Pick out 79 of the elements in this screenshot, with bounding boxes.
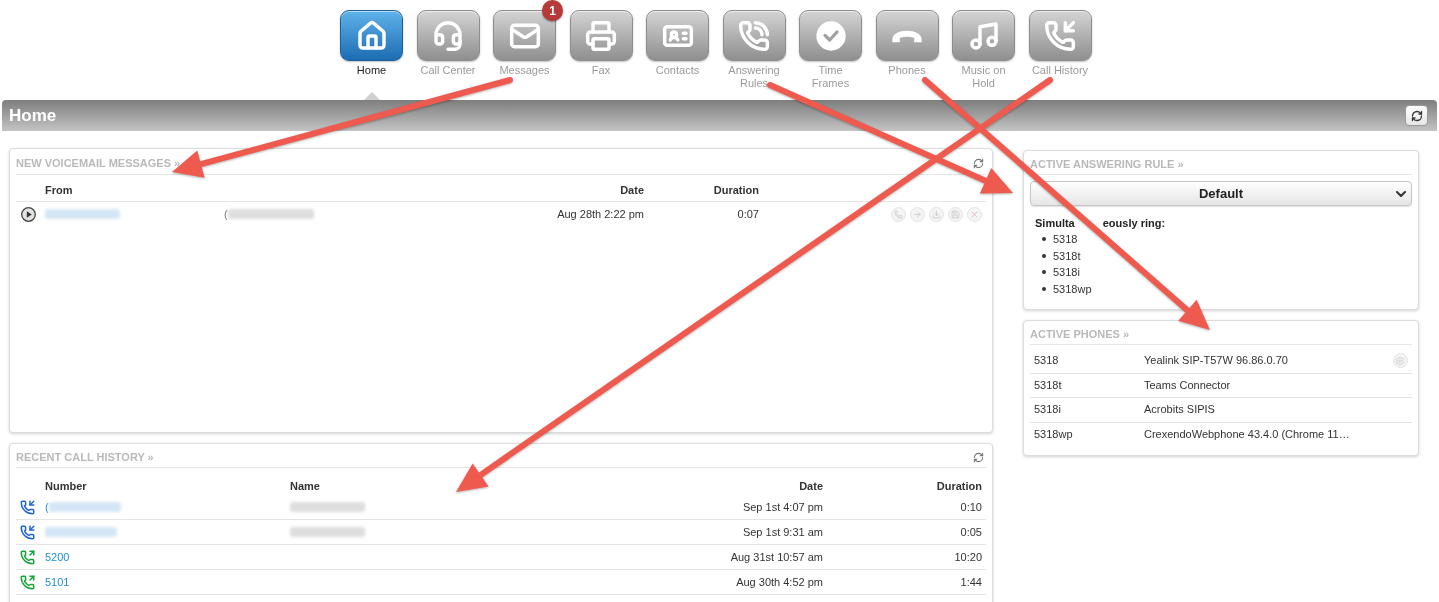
column-header: Name [290, 480, 320, 493]
phone-icon[interactable] [891, 206, 906, 222]
outgoing-call-icon [20, 574, 35, 590]
arrow-right-icon[interactable] [910, 206, 925, 222]
call-date: Sep 1st 4:07 pm [742, 500, 823, 514]
panel-title: ACTIVE ANSWERING RULE » [1030, 158, 1184, 171]
phone-extension: 5318i [1033, 403, 1062, 417]
refresh-icon[interactable] [973, 158, 984, 169]
contact-card-icon [646, 10, 709, 61]
x-icon[interactable] [967, 206, 982, 222]
nav-tab[interactable]: Call Center [416, 10, 480, 77]
nav-tab[interactable]: Music on Hold [952, 10, 1015, 90]
bullet-icon [1042, 253, 1046, 258]
refresh-icon [1410, 109, 1423, 122]
ring-extension: 5318i [1053, 265, 1080, 281]
pointer-triangle-icon [364, 92, 380, 100]
column-header: Date [799, 480, 823, 493]
house-icon [340, 10, 403, 61]
panel-title: NEW VOICEMAIL MESSAGES » [16, 157, 181, 170]
bullet-icon [1042, 237, 1046, 242]
column-header: From [45, 184, 73, 197]
ring-label: Simulta [1035, 217, 1075, 230]
notification-badge: 1 [542, 0, 563, 21]
number-link[interactable]: 5101 [45, 575, 70, 589]
headset-icon [416, 10, 480, 61]
music-note-icon [952, 10, 1015, 61]
nav-tab[interactable]: Time Frames [799, 10, 862, 90]
phone-extension: 5318wp [1033, 428, 1074, 442]
incoming-call-icon [20, 499, 35, 515]
ring-extension: 5318t [1053, 248, 1081, 264]
nav-tab[interactable]: Answering Rules [722, 10, 786, 90]
column-header: Duration [936, 480, 983, 493]
phone-device: Yealink SIP-T57W 96.86.0.70 [1144, 354, 1289, 368]
fax-machine-icon [569, 10, 633, 61]
chevron-down-icon [1396, 190, 1406, 197]
nav-tab[interactable]: Call History [1028, 10, 1092, 77]
column-header: Number [45, 480, 87, 493]
caller-text: ( [224, 207, 228, 221]
phone-extension: 5318 [1033, 354, 1060, 368]
phone-extension: 5318t [1033, 378, 1063, 392]
clock-icon [799, 10, 862, 61]
play-icon[interactable] [21, 206, 36, 222]
outgoing-call-icon [20, 549, 35, 565]
refresh-button[interactable] [1405, 105, 1428, 126]
ring-label: eously ring: [1102, 217, 1166, 230]
call-date: Aug 31st 10:57 am [730, 550, 823, 564]
phone-waves-icon [722, 10, 786, 61]
refresh-icon[interactable] [973, 452, 984, 463]
page-title: Home [9, 105, 57, 126]
number-link[interactable]: 5200 [45, 550, 70, 564]
call-duration: 1:44 [960, 575, 983, 589]
nav-tab[interactable]: Contacts [646, 10, 709, 77]
panel-title: ACTIVE PHONES » [1030, 328, 1130, 341]
phone-device: Teams Connector [1144, 378, 1232, 392]
number-link[interactable]: ( [45, 500, 49, 514]
download-icon[interactable] [929, 206, 944, 222]
ring-extension: 5318wp [1053, 281, 1092, 297]
ring-extension: 5318 [1053, 232, 1078, 248]
call-duration: 0:10 [960, 500, 983, 514]
phone-device: CrexendoWebphone 43.4.0 (Chrome 11… [1144, 428, 1351, 442]
handset-icon [875, 10, 939, 61]
call-duration: 10:20 [954, 550, 983, 564]
column-header: Date [620, 184, 644, 197]
phone-device: Acrobits SIPIS [1144, 403, 1216, 417]
rule-select[interactable]: Default [1030, 181, 1412, 206]
voicemail-date: Aug 28th 2:22 pm [557, 207, 644, 221]
call-duration: 0:05 [960, 525, 983, 539]
nav-tab[interactable]: Phones [875, 10, 939, 77]
panel-title: RECENT CALL HISTORY » [16, 451, 154, 464]
gear-icon[interactable] [1392, 353, 1408, 369]
nav-tab[interactable]: Home [340, 10, 403, 77]
incoming-call-icon [20, 524, 35, 540]
bullet-icon [1042, 270, 1046, 275]
call-date: Aug 30th 4:52 pm [736, 575, 823, 589]
call-date: Sep 1st 9:31 am [742, 525, 823, 539]
bullet-icon [1042, 287, 1046, 292]
column-header: Duration [713, 184, 759, 197]
voicemail-duration: 0:07 [737, 207, 759, 221]
nav-tab[interactable]: Fax [569, 10, 633, 77]
